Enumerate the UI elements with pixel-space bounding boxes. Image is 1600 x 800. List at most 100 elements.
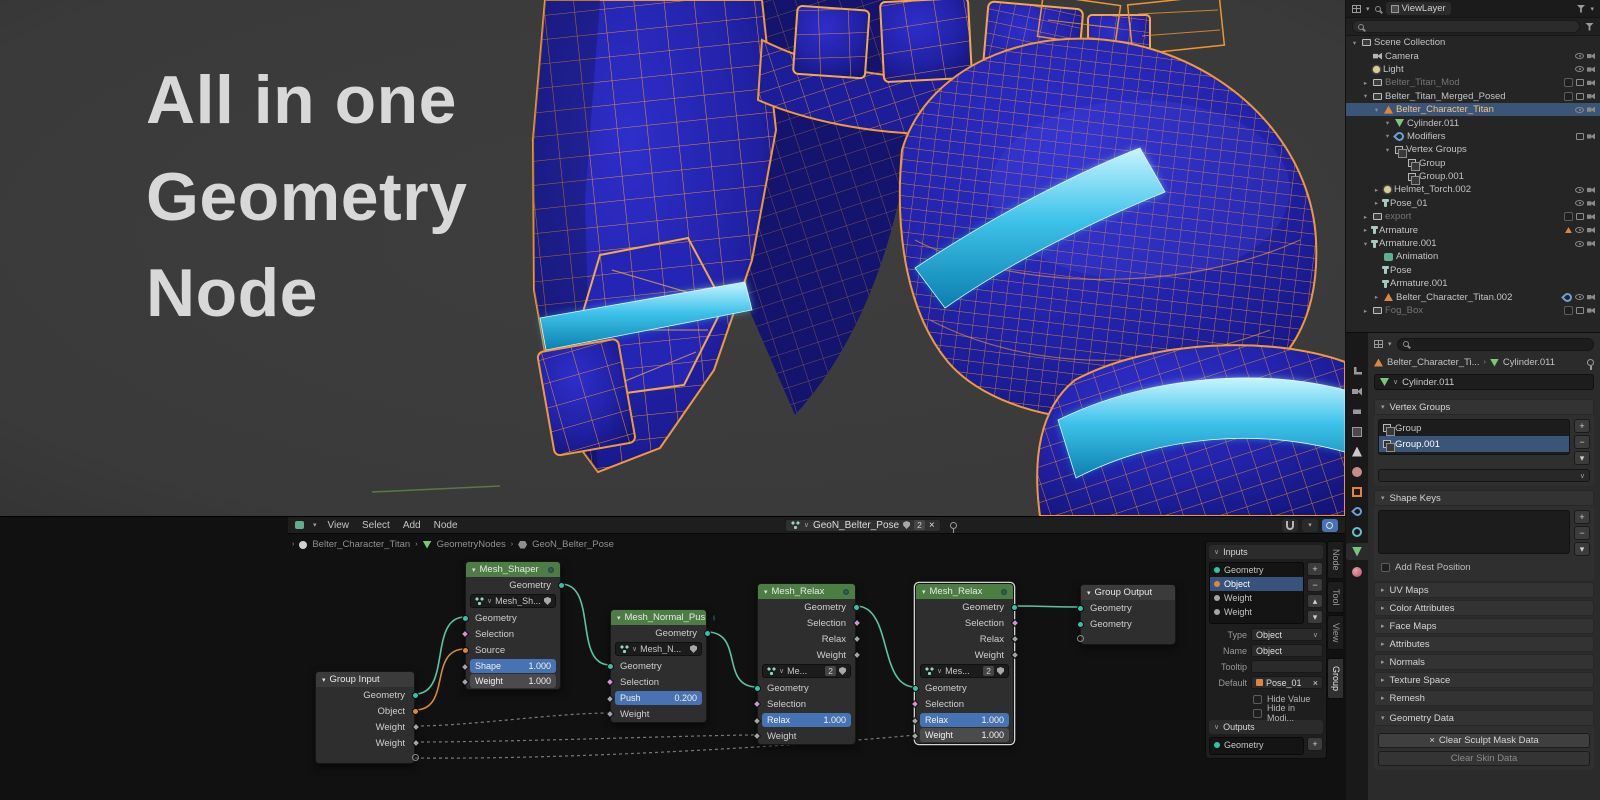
section-vertex-groups[interactable]: ▾ Vertex Groups	[1374, 399, 1594, 415]
expander-icon[interactable]: ▾	[1372, 106, 1381, 114]
tab-output[interactable]	[1346, 403, 1368, 420]
screen-toggle-icon[interactable]	[1576, 307, 1584, 314]
section-normals[interactable]: ▸ Normals	[1374, 654, 1594, 670]
camera-toggle-icon[interactable]	[1587, 186, 1595, 193]
checkbox-icon[interactable]	[1564, 212, 1573, 222]
geometry-socket[interactable]	[852, 603, 860, 611]
object-socket[interactable]	[411, 707, 419, 715]
screen-toggle-icon[interactable]	[1576, 79, 1584, 87]
camera-toggle-icon[interactable]	[1587, 227, 1595, 234]
tab-modifiers[interactable]	[1346, 503, 1368, 520]
remove-button[interactable]: −	[1574, 435, 1590, 449]
outliner-row[interactable]: ▸ Helmet_Torch.002	[1346, 183, 1600, 196]
node-header[interactable]: ▾ Mesh_Shaper	[466, 562, 560, 577]
screen-toggle-icon[interactable]	[1576, 92, 1584, 100]
tab-object-data[interactable]	[1346, 543, 1368, 560]
node-header[interactable]: ▾ Mesh_Normal_Pus	[611, 610, 716, 625]
expander-icon[interactable]: ▾	[1361, 92, 1370, 100]
expander-icon[interactable]: ▾	[1361, 240, 1370, 248]
relax-value-slider[interactable]: Relax 1.000	[752, 713, 851, 727]
node-header[interactable]: ▾ Mesh_Relax	[758, 584, 855, 599]
camera-toggle-icon[interactable]	[1587, 213, 1595, 220]
node-mesh-relax-1[interactable]: ▾ Mesh_Relax Geometry Selection Relax We…	[752, 583, 861, 745]
section-texture-space[interactable]: ▸ Texture Space	[1374, 672, 1594, 688]
expander-icon[interactable]: ▸	[1372, 186, 1381, 194]
node-group-input[interactable]: ▾ Group Input Geometry Object Weight Wei…	[315, 671, 420, 764]
outliner-row[interactable]: ▾ Scene Collection	[1346, 36, 1600, 49]
fake-user-shield-icon[interactable]	[690, 645, 697, 653]
collapse-icon[interactable]: ▾	[1087, 589, 1091, 597]
default-object-field[interactable]: Pose_01 ×	[1251, 676, 1323, 689]
type-dropdown[interactable]: Object ∨	[1251, 628, 1323, 641]
name-input[interactable]: Object	[1251, 644, 1323, 657]
geometry-socket[interactable]	[753, 684, 761, 692]
clear-skin-data-button[interactable]: Clear Skin Data	[1378, 751, 1590, 766]
outliner-row[interactable]: Animation	[1346, 250, 1600, 263]
tab-physics[interactable]	[1346, 523, 1368, 540]
node-mesh-normal-push[interactable]: ▾ Mesh_Normal_Pus Geometry ∨ Mesh_N... G…	[605, 609, 716, 723]
list-item[interactable]: Weight	[1210, 605, 1303, 619]
node-datablock-dropdown[interactable]: ∨ Me... 2	[762, 664, 851, 678]
search-icon[interactable]	[1374, 5, 1381, 12]
expander-icon[interactable]: ▸	[1361, 226, 1370, 234]
expander-icon[interactable]: ▸	[1372, 293, 1381, 301]
outliner-row[interactable]: Camera	[1346, 49, 1600, 62]
section-uv-maps[interactable]: ▸ UV Maps	[1374, 582, 1594, 598]
shape-value-slider[interactable]: Shape 1.000	[460, 659, 556, 673]
expander-icon[interactable]: ▸	[1361, 79, 1370, 87]
camera-toggle-icon[interactable]	[1587, 66, 1595, 73]
tab-view-layer[interactable]	[1346, 423, 1368, 440]
expander-icon[interactable]: ▾	[1383, 119, 1392, 127]
chevron-down-icon[interactable]: ▾	[1366, 5, 1370, 13]
user-count-badge[interactable]: 2	[983, 666, 994, 676]
remove-button[interactable]: −	[1307, 578, 1323, 592]
node-header[interactable]: ▾ Group Input	[316, 672, 414, 687]
object-data-name-field[interactable]: ∨ Cylinder.011	[1374, 374, 1594, 390]
active-group-dropdown[interactable]: ∨	[1378, 469, 1590, 482]
tab-group[interactable]: Group	[1327, 658, 1343, 700]
clear-sculpt-mask-button[interactable]: × Clear Sculpt Mask Data	[1378, 733, 1590, 748]
checkbox-icon[interactable]	[1564, 306, 1573, 315]
eye-icon[interactable]	[1575, 240, 1584, 247]
object-socket[interactable]	[461, 646, 469, 654]
eye-icon[interactable]	[1575, 200, 1584, 207]
add-button[interactable]: +	[1574, 510, 1590, 524]
camera-toggle-icon[interactable]	[1587, 133, 1595, 140]
outliner-row[interactable]: Pose	[1346, 264, 1600, 277]
geometry-socket[interactable]	[411, 691, 419, 699]
eye-icon[interactable]	[1575, 294, 1584, 301]
push-value-slider[interactable]: Push 0.200	[605, 691, 702, 705]
virtual-socket[interactable]	[1076, 634, 1084, 642]
eye-icon[interactable]	[1575, 227, 1584, 234]
hide-in-modifier-checkbox[interactable]: Hide in Modi...	[1209, 703, 1323, 723]
collapse-icon[interactable]: ▾	[472, 566, 476, 574]
chevron-down-icon[interactable]: ▾	[1388, 340, 1392, 348]
geometry-socket[interactable]	[461, 614, 469, 622]
tab-object[interactable]	[1346, 483, 1368, 500]
outliner-row[interactable]: ▸ Belter_Character_Titan.002	[1346, 290, 1600, 304]
add-button[interactable]: +	[1574, 419, 1590, 433]
specials-menu-button[interactable]: ▾	[1574, 542, 1590, 556]
move-down-button[interactable]: ▾	[1307, 610, 1323, 624]
camera-toggle-icon[interactable]	[1587, 240, 1595, 247]
outliner-row[interactable]: Armature.001	[1346, 277, 1600, 290]
filter-icon[interactable]	[1576, 4, 1586, 13]
3d-viewport[interactable]: All in one Geometry Node	[0, 0, 1345, 516]
editor-type-icon[interactable]	[1352, 4, 1361, 13]
move-up-button[interactable]: ▴	[1307, 594, 1323, 608]
outliner-row[interactable]: ▸ Pose_01	[1346, 197, 1600, 210]
node-datablock-dropdown[interactable]: ∨ Mesh_Sh...	[470, 594, 556, 608]
list-item[interactable]: Group	[1379, 420, 1569, 436]
fake-user-shield-icon[interactable]	[839, 667, 846, 675]
tooltip-input[interactable]	[1251, 660, 1323, 673]
outliner-row[interactable]: ▸ Belter_Titan_Mod	[1346, 76, 1600, 89]
outliner-row[interactable]: ▾ Cylinder.011	[1346, 116, 1600, 129]
geometry-node-editor[interactable]: ▾ View Select Add Node ∨ GeoN_Belter_Pos…	[0, 516, 1345, 800]
fake-user-shield-icon[interactable]	[997, 667, 1004, 675]
outliner-row-active[interactable]: ▾ Belter_Character_Titan	[1346, 102, 1600, 117]
pin-icon[interactable]	[1587, 359, 1594, 370]
node-datablock-dropdown[interactable]: ∨ Mes... 2	[920, 664, 1009, 678]
camera-toggle-icon[interactable]	[1587, 53, 1595, 60]
section-attributes[interactable]: ▸ Attributes	[1374, 636, 1594, 652]
outliner-row[interactable]: ▾ Armature.001	[1346, 237, 1600, 250]
